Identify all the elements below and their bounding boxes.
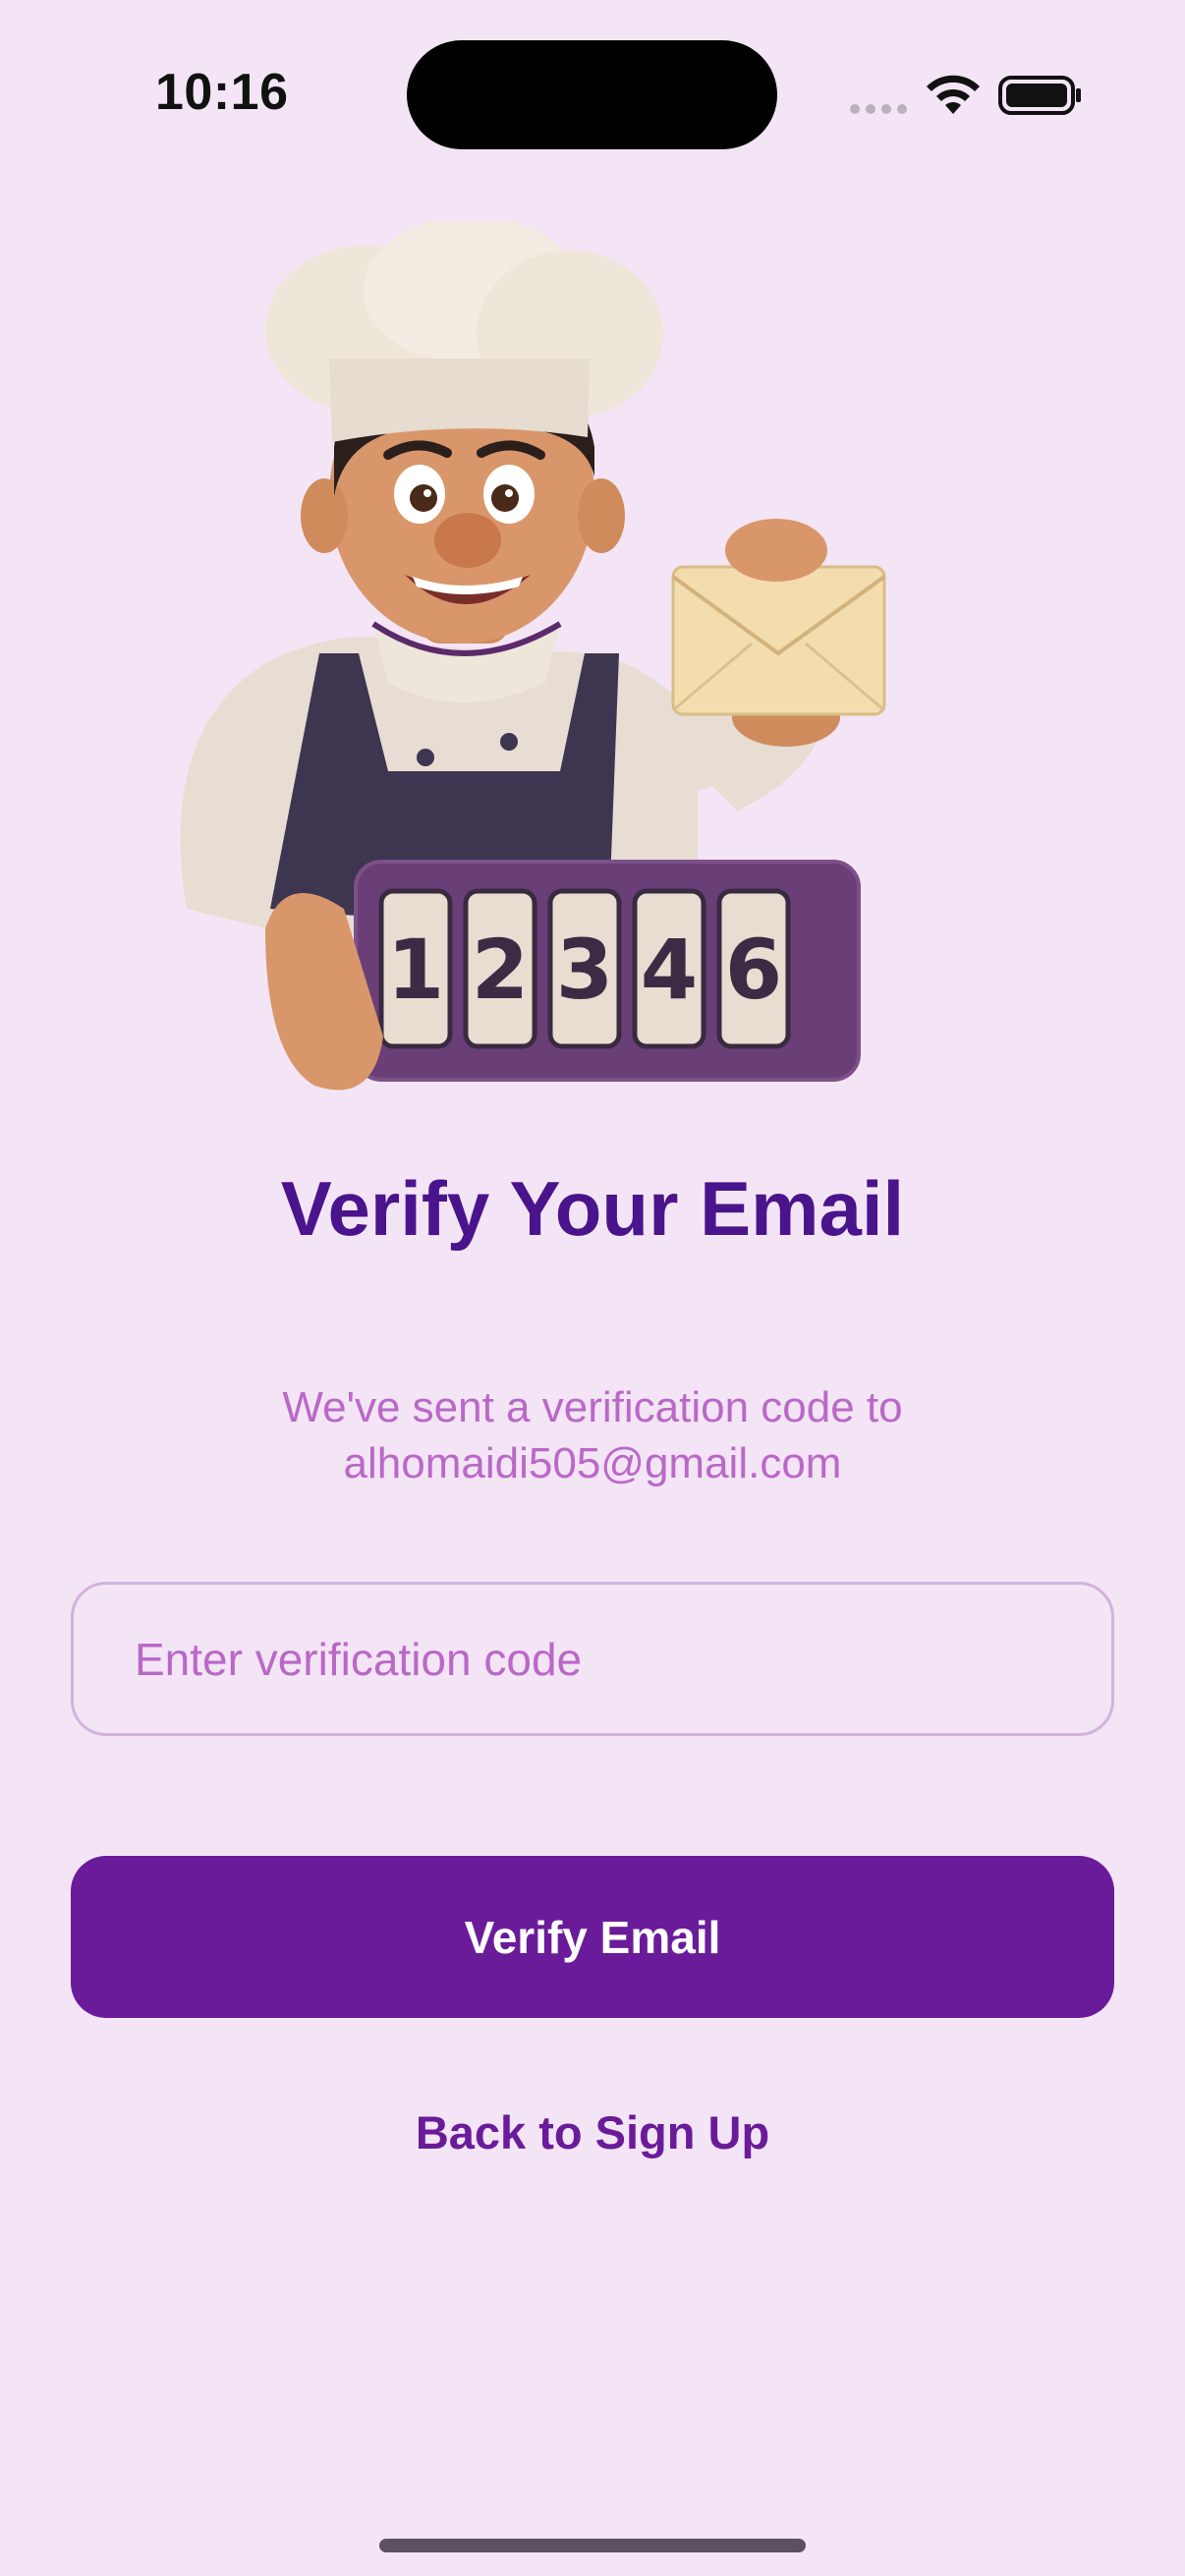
counter-digit: 6 (725, 922, 782, 1018)
verification-message-text: We've sent a verification code to (282, 1383, 903, 1431)
counter-digit: 2 (472, 922, 529, 1018)
home-indicator[interactable] (379, 2539, 806, 2552)
verify-email-screen: 10:16 1 2 3 4 6 Verify Your Email We've … (0, 0, 1185, 2576)
recipient-email: alhomaidi505@gmail.com (343, 1439, 842, 1487)
page-title: Verify Your Email (280, 1165, 905, 1252)
counter-digit: 4 (641, 922, 698, 1018)
wifi-icon (927, 75, 980, 114)
battery-icon (998, 76, 1081, 115)
verification-code-input[interactable] (71, 1582, 1114, 1736)
status-time: 10:16 (155, 64, 289, 121)
counter-digit: 1 (387, 922, 444, 1018)
verification-message: We've sent a verification code to alhoma… (0, 1379, 1185, 1491)
verify-email-button[interactable]: Verify Email (71, 1856, 1114, 2018)
code-counter-icon: 12346 (354, 860, 861, 1082)
counter-digit: 3 (556, 922, 613, 1018)
envelope-icon (671, 565, 886, 716)
back-to-sign-up-link[interactable]: Back to Sign Up (0, 2105, 1185, 2159)
dynamic-island (407, 40, 777, 149)
chef-illustration: 12346 (180, 221, 886, 1091)
cellular-signal-icon (850, 104, 907, 114)
